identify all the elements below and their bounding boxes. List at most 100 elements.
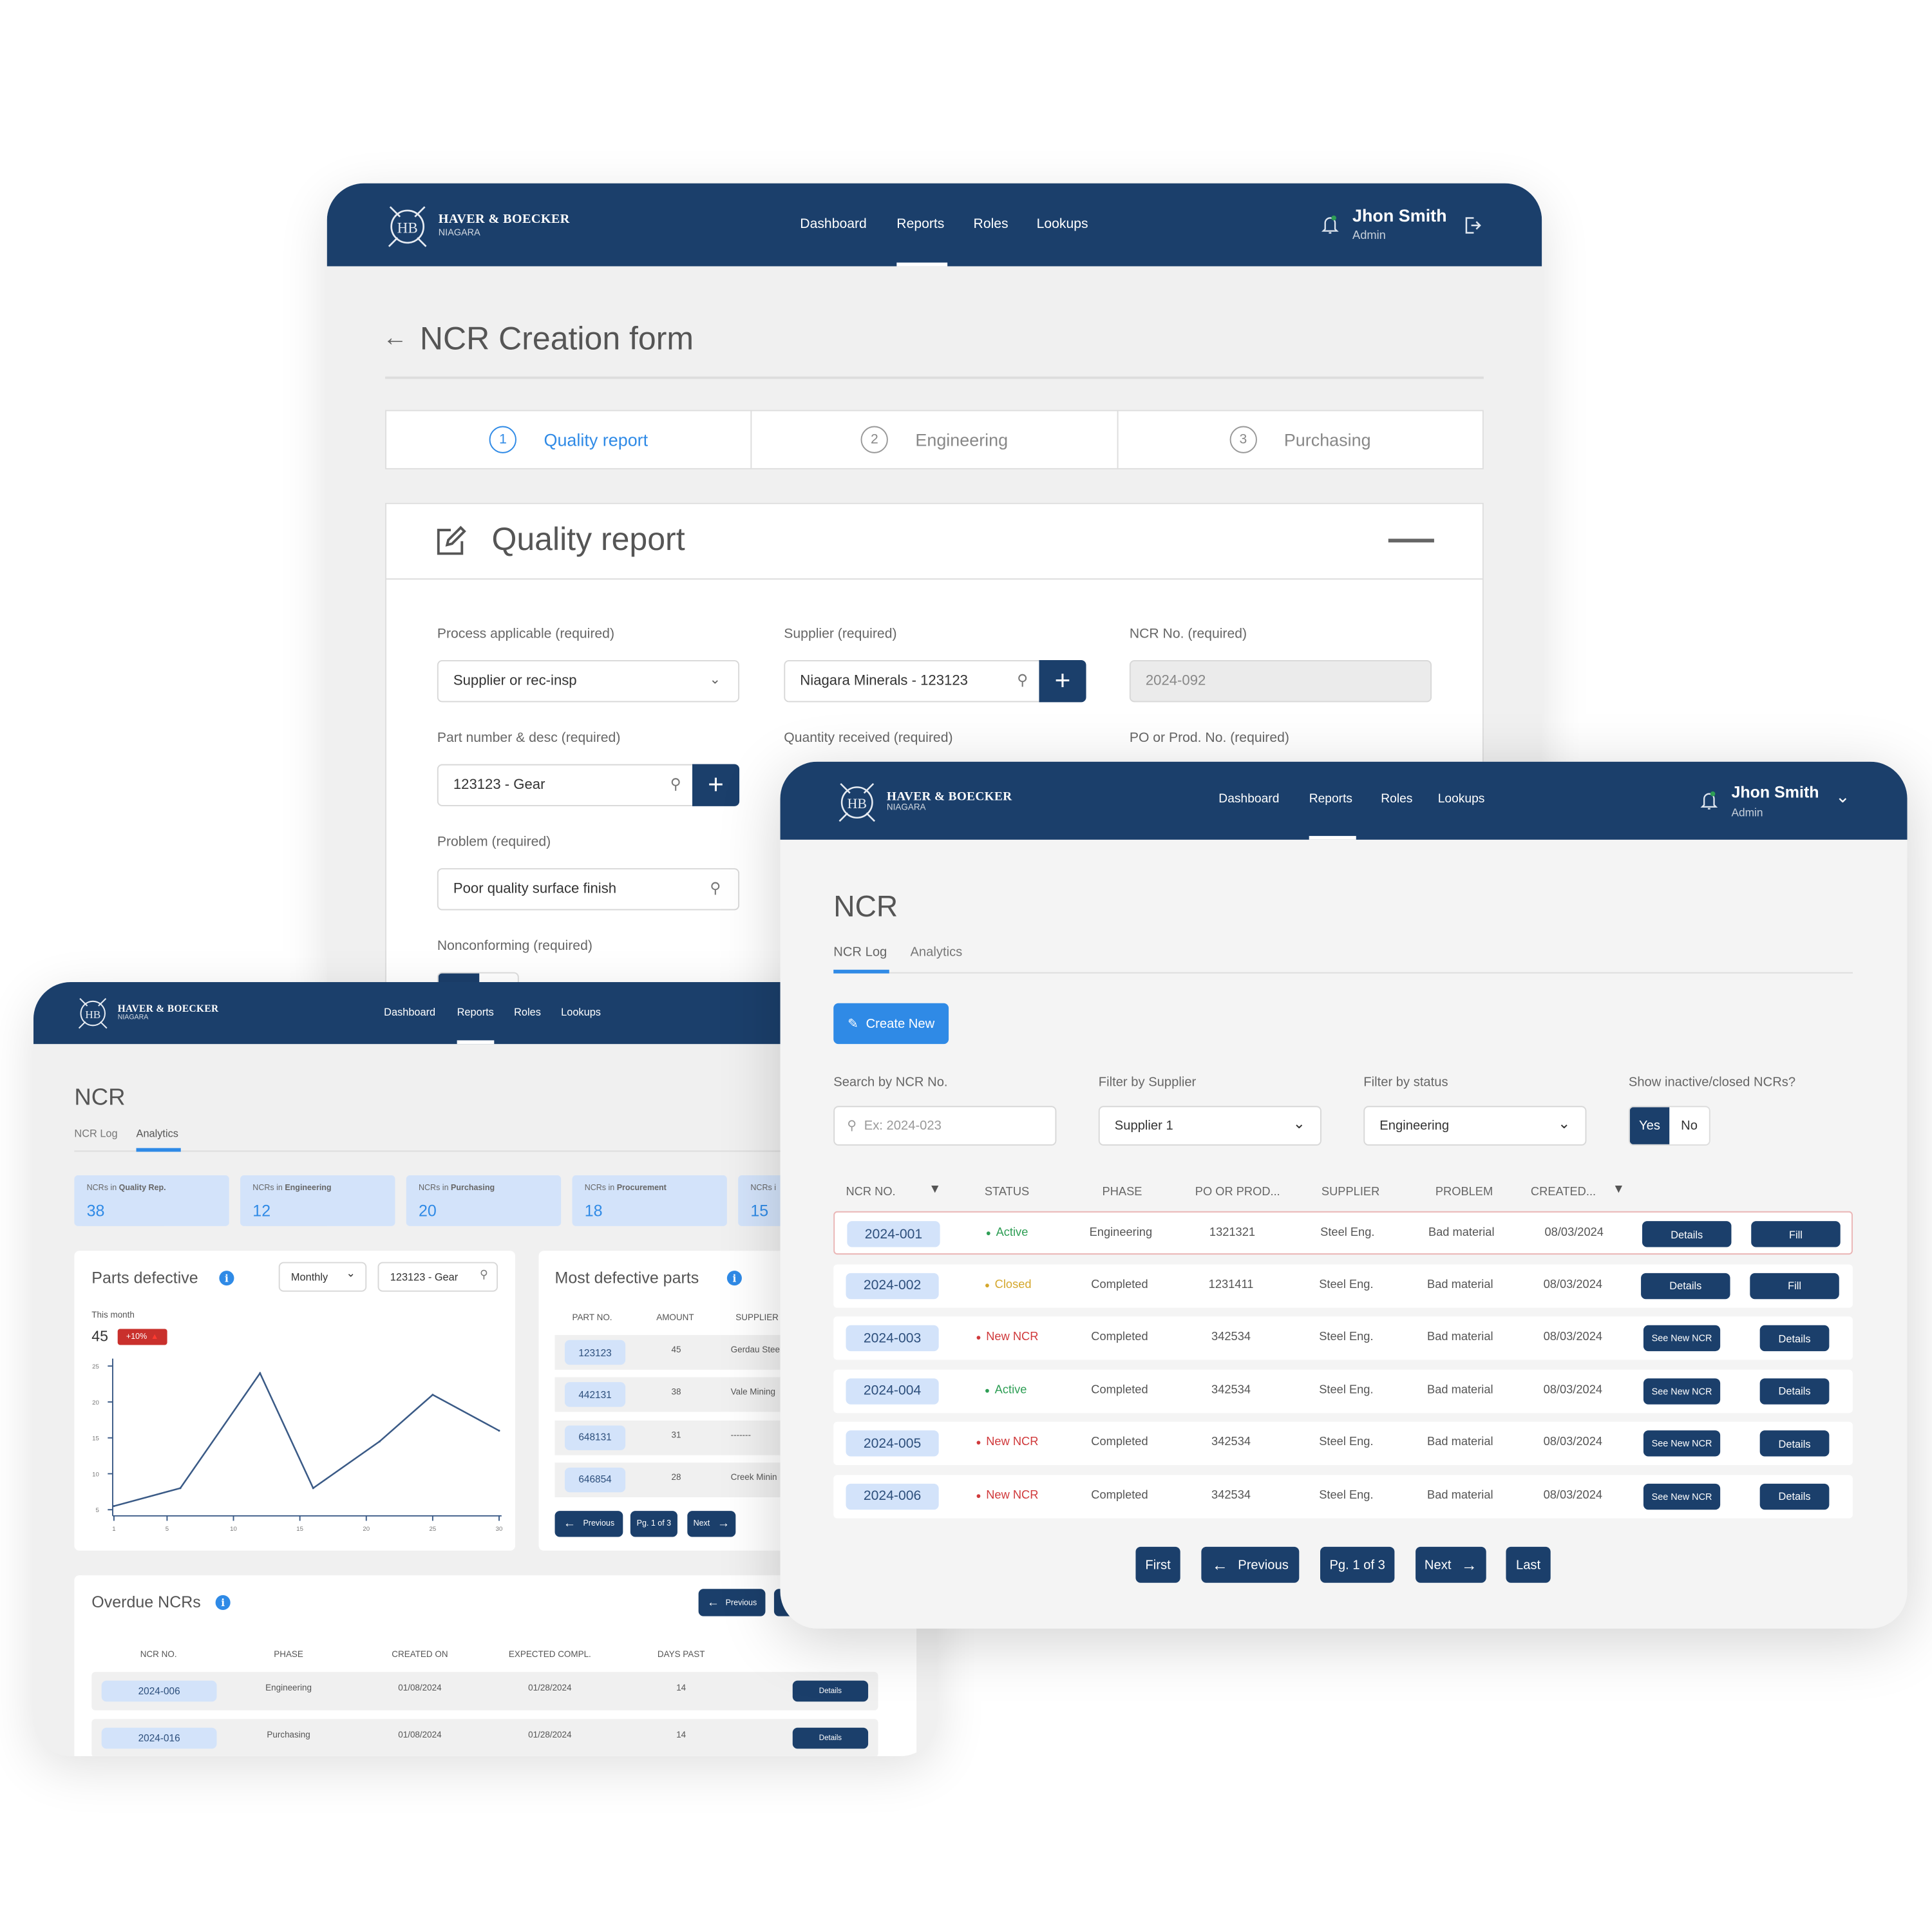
see-new-ncr-button[interactable]: See New NCR (1643, 1378, 1721, 1404)
fill-button[interactable]: Fill (1751, 1221, 1841, 1247)
first-page-button[interactable]: First (1135, 1546, 1180, 1583)
sort-icon[interactable]: ▼ (1613, 1183, 1625, 1197)
status-filter-select[interactable]: Engineering ⌄ (1363, 1106, 1587, 1146)
toggle-yes[interactable]: Yes (1629, 1107, 1670, 1144)
collapse-icon[interactable] (1388, 538, 1434, 543)
brand-name: HAVER & BOECKER (438, 213, 570, 227)
period-select[interactable]: Monthly ⌄ (278, 1262, 367, 1292)
see-new-ncr-button[interactable]: See New NCR (1643, 1430, 1721, 1457)
brand-logo[interactable]: HB HAVER & BOECKER NIAGARA (833, 779, 1012, 824)
y-tick-label: 20 (92, 1399, 99, 1406)
nav-roles[interactable]: Roles (1381, 793, 1412, 806)
ncr-badge[interactable]: 2024-006 (101, 1680, 217, 1702)
nav-lookups[interactable]: Lookups (561, 1006, 601, 1018)
info-icon[interactable]: i (215, 1595, 231, 1611)
part-badge[interactable]: 646854 (564, 1467, 626, 1493)
stat-card[interactable]: NCRs in Purchasing 20 (406, 1175, 562, 1226)
part-search-input[interactable]: 123123 - Gear ⚲ (377, 1262, 498, 1292)
create-new-button[interactable]: ✎ Create New (833, 1003, 949, 1045)
chevron-down-icon[interactable]: ⌄ (1835, 786, 1850, 808)
next-button[interactable]: Next → (687, 1511, 736, 1537)
ncr-badge[interactable]: 2024-001 (847, 1221, 940, 1247)
column-header-supplier[interactable]: SUPPLIER (1321, 1185, 1379, 1198)
nav-lookups[interactable]: Lookups (1037, 217, 1088, 232)
stat-card[interactable]: NCRs in Engineering 12 (240, 1175, 395, 1226)
nav-reports[interactable]: Reports (457, 1006, 494, 1018)
supplier-filter-select[interactable]: Supplier 1 ⌄ (1098, 1106, 1321, 1146)
step-quality-report[interactable]: 1 Quality report (386, 411, 752, 468)
brand-logo[interactable]: HB HAVER & BOECKER NIAGARA (383, 202, 570, 249)
see-new-ncr-button[interactable]: See New NCR (1643, 1482, 1721, 1510)
details-button[interactable]: Details (1759, 1430, 1830, 1457)
back-arrow-icon[interactable]: ← (383, 325, 407, 353)
details-button[interactable]: Details (1642, 1221, 1732, 1247)
user-name[interactable]: Jhon Smith (1352, 205, 1447, 225)
nav-dashboard[interactable]: Dashboard (384, 1006, 435, 1018)
step-engineering[interactable]: 2 Engineering (752, 411, 1118, 468)
nav-reports[interactable]: Reports (1309, 793, 1352, 806)
column-header-status[interactable]: STATUS (985, 1185, 1029, 1198)
stat-card[interactable]: NCRs in Quality Rep. 38 (74, 1175, 229, 1226)
nav-lookups[interactable]: Lookups (1438, 793, 1485, 806)
details-button[interactable]: Details (1759, 1482, 1830, 1510)
toggle-no[interactable]: No (1669, 1107, 1709, 1144)
nav-reports[interactable]: Reports (896, 217, 944, 232)
part-input[interactable]: 123123 - Gear ⚲ (437, 764, 695, 806)
supplier-input[interactable]: Niagara Minerals - 123123 ⚲ (784, 660, 1042, 703)
ncr-badge[interactable]: 2024-004 (846, 1378, 939, 1404)
column-header-phase[interactable]: PHASE (1103, 1185, 1142, 1198)
bell-icon[interactable] (1321, 213, 1339, 236)
bell-icon[interactable] (1700, 789, 1718, 811)
column-header-problem[interactable]: PROBLEM (1435, 1185, 1493, 1198)
add-supplier-button[interactable]: + (1039, 660, 1086, 703)
tab-ncr-log[interactable]: NCR Log (833, 945, 887, 960)
tab-ncr-log[interactable]: NCR Log (74, 1127, 117, 1139)
details-button[interactable]: Details (1759, 1378, 1830, 1404)
fill-button[interactable]: Fill (1750, 1272, 1839, 1299)
logout-icon[interactable] (1464, 216, 1481, 236)
po-cell: 342534 (1211, 1435, 1251, 1450)
part-badge[interactable]: 648131 (564, 1425, 626, 1450)
column-header-created[interactable]: CREATED... (1531, 1185, 1596, 1198)
chevron-down-icon: ⌄ (1293, 1114, 1305, 1132)
previous-button[interactable]: ← Previous (554, 1511, 623, 1537)
details-button[interactable]: Details (1759, 1325, 1830, 1352)
part-badge[interactable]: 442131 (564, 1382, 626, 1408)
stat-value: 12 (252, 1201, 271, 1220)
sort-icon[interactable]: ▼ (929, 1183, 941, 1197)
nav-roles[interactable]: Roles (974, 217, 1009, 232)
user-name[interactable]: Jhon Smith (1731, 782, 1819, 801)
brand-logo[interactable]: HB HAVER & BOECKER NIAGARA (74, 994, 218, 1030)
tab-analytics[interactable]: Analytics (137, 1127, 178, 1139)
see-new-ncr-button[interactable]: See New NCR (1643, 1325, 1721, 1352)
column-header-ncr-no[interactable]: NCR NO. (846, 1185, 895, 1198)
ncr-badge[interactable]: 2024-016 (101, 1727, 217, 1749)
details-button[interactable]: Details (792, 1727, 869, 1749)
problem-input[interactable]: Poor quality surface finish ⚲ (437, 868, 740, 911)
nav-roles[interactable]: Roles (514, 1006, 541, 1018)
info-icon[interactable]: i (726, 1271, 742, 1286)
ncr-badge[interactable]: 2024-006 (846, 1482, 939, 1510)
previous-button[interactable]: ← Previous (698, 1589, 766, 1616)
nav-dashboard[interactable]: Dashboard (800, 217, 867, 232)
data-point (431, 1394, 434, 1396)
x-tick-label: 20 (363, 1526, 370, 1533)
ncr-badge[interactable]: 2024-003 (846, 1325, 939, 1352)
info-icon[interactable]: i (219, 1271, 234, 1286)
nav-dashboard[interactable]: Dashboard (1218, 793, 1279, 806)
add-part-button[interactable]: + (692, 764, 740, 806)
ncr-search-input[interactable]: ⚲ Ex: 2024-023 (833, 1106, 1057, 1146)
details-button[interactable]: Details (792, 1680, 869, 1702)
process-select[interactable]: Supplier or rec-insp ⌄ (437, 660, 740, 703)
previous-page-button[interactable]: ← Previous (1201, 1546, 1300, 1583)
stat-card[interactable]: NCRs in Procurement 18 (572, 1175, 727, 1226)
last-page-button[interactable]: Last (1506, 1546, 1551, 1583)
next-page-button[interactable]: Next → (1416, 1546, 1486, 1583)
ncr-badge[interactable]: 2024-002 (846, 1272, 939, 1299)
part-badge[interactable]: 123123 (564, 1340, 626, 1365)
ncr-badge[interactable]: 2024-005 (846, 1430, 939, 1457)
details-button[interactable]: Details (1641, 1272, 1730, 1299)
step-purchasing[interactable]: 3 Purchasing (1118, 411, 1482, 468)
tab-analytics[interactable]: Analytics (910, 945, 962, 960)
column-header-po[interactable]: PO OR PROD... (1195, 1185, 1280, 1198)
